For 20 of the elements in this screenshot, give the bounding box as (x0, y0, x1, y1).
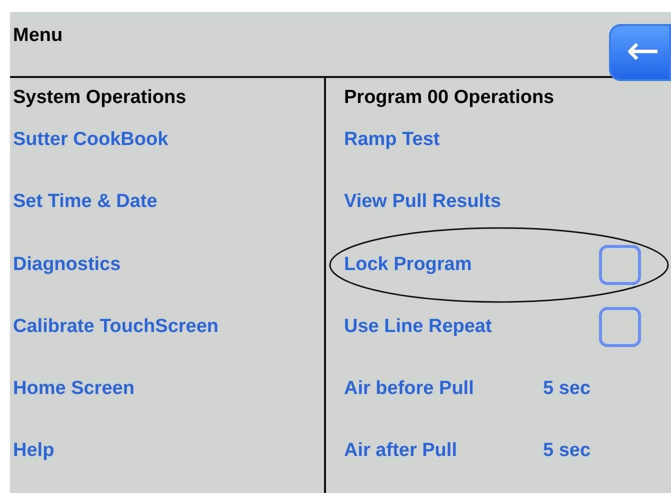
checkbox[interactable] (599, 306, 641, 347)
setting-label[interactable]: Air after Pull (344, 437, 543, 466)
section-heading: System Operations (12, 86, 188, 110)
menu-link[interactable]: Sutter CookBook (13, 126, 168, 154)
menu-link[interactable]: Calibrate TouchScreen (13, 312, 219, 341)
menu-link[interactable]: Set Time & Date (13, 188, 158, 216)
menu-link[interactable]: Ramp Test (344, 126, 440, 154)
menu-link[interactable]: Home Screen (13, 375, 134, 404)
option-label: Lock Program (344, 252, 472, 277)
menu-link[interactable]: Diagnostics (13, 250, 121, 279)
section-heading: Program 00 Operations (344, 86, 556, 110)
checkbox[interactable] (599, 244, 641, 285)
menu-link[interactable]: Help (13, 437, 54, 466)
back-button[interactable]: ← (609, 24, 671, 81)
setting-value[interactable]: 5 sec (543, 437, 591, 466)
menu-title: Menu (13, 25, 63, 47)
option-label: Use Line Repeat (344, 314, 492, 339)
setting-label[interactable]: Air before Pull (344, 375, 543, 404)
menu-link[interactable]: View Pull Results (344, 188, 501, 216)
setting-value[interactable]: 5 sec (543, 375, 591, 404)
